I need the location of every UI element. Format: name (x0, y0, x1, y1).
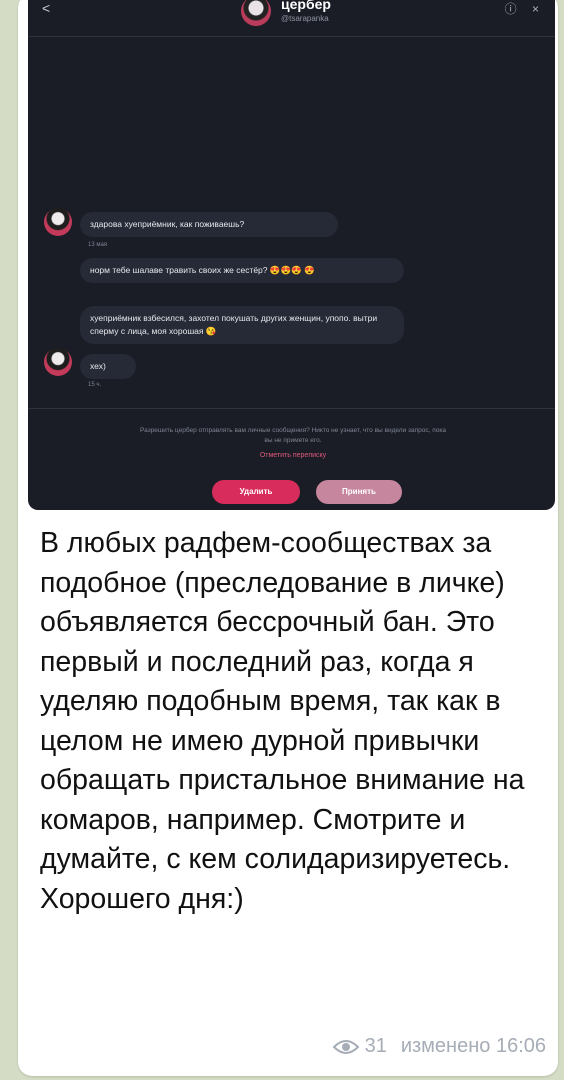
message: хех) (80, 354, 136, 379)
accept-button[interactable]: Принять (316, 480, 402, 504)
message: хуеприёмник взбесился, захотел покушать … (80, 306, 404, 344)
message-text: В любых радфем-сообществах за подобное (… (40, 527, 525, 915)
back-icon: < (42, 0, 51, 16)
message: здарова хуеприёмник, как поживаешь? (80, 212, 338, 237)
info-close-icons: ⓘ × (504, 2, 545, 16)
edited-time: изменено 16:06 (400, 1035, 546, 1057)
divider (28, 408, 555, 409)
message-timestamp: 13 мая (88, 242, 108, 248)
contact-handle: @tsarapanka (281, 14, 329, 23)
message: норм тебе шалаве травить своих же сестёр… (80, 258, 404, 283)
decline-button[interactable]: Удалить (212, 480, 300, 504)
dm-header: < цербер @tsarapanka ⓘ × (28, 0, 555, 37)
avatar (44, 208, 72, 236)
mark-conversation-link[interactable]: Отметить переписку (138, 452, 448, 459)
avatar (241, 0, 271, 26)
message-meta: 31 изменено 16:06 (332, 1035, 546, 1058)
view-count: 31 (364, 1035, 387, 1057)
message-timestamp: 15 ч. (88, 382, 102, 388)
contact-name: цербер (281, 0, 331, 12)
eye-icon (332, 1039, 359, 1054)
message-bubble[interactable]: < цербер @tsarapanka ⓘ × здарова хуеприё… (18, 0, 558, 1076)
request-notice: Разрешить цербер отправлять вам личные с… (140, 427, 446, 444)
avatar (44, 348, 72, 376)
embedded-screenshot[interactable]: < цербер @tsarapanka ⓘ × здарова хуеприё… (28, 0, 555, 510)
